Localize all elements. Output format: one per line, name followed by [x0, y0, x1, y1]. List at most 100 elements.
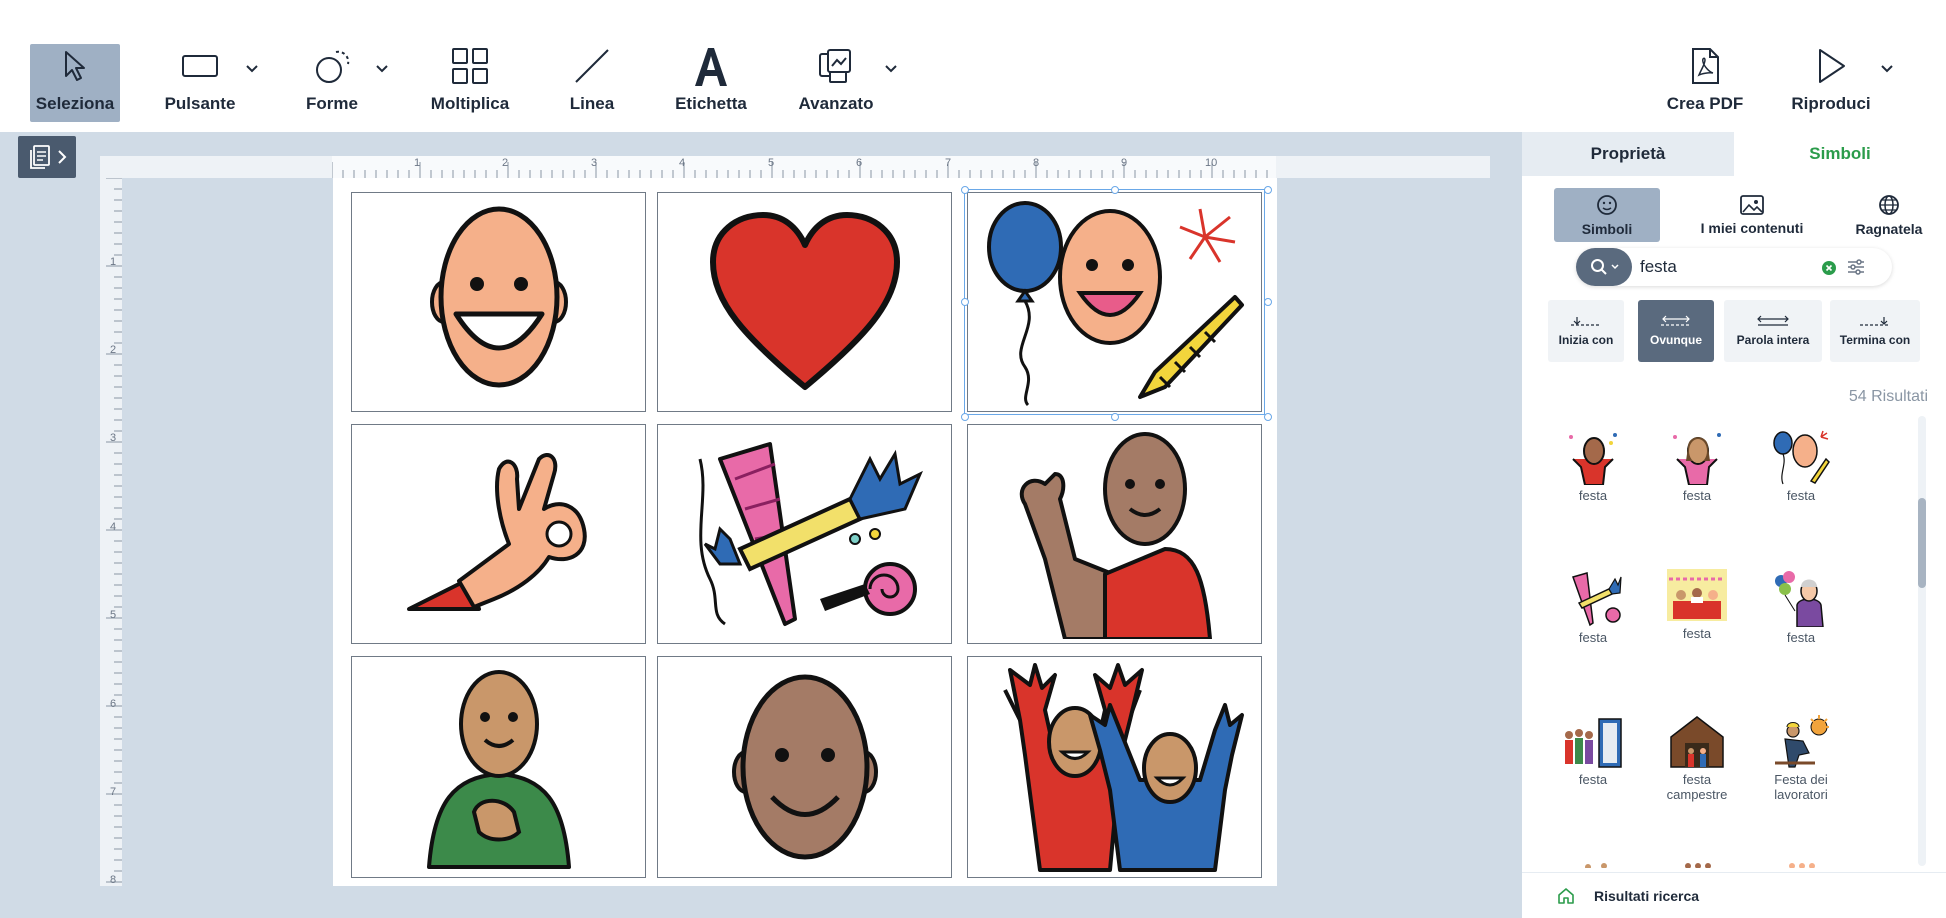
source-my-content-button[interactable]: I miei contenuti [1672, 188, 1832, 242]
result-item[interactable]: Festa dei lavoratori [1756, 710, 1846, 802]
line-tool-button[interactable]: Linea [552, 44, 632, 122]
ruler-number: 5 [110, 609, 117, 621]
source-symbols-button[interactable]: Simboli [1554, 188, 1660, 242]
resize-handle[interactable] [1264, 186, 1272, 194]
result-item[interactable]: festa [1756, 568, 1846, 645]
document-page[interactable] [333, 178, 1277, 886]
ruler-number: 1 [414, 157, 421, 169]
line-tool-label: Linea [569, 94, 615, 113]
search-input[interactable] [1640, 255, 1810, 279]
labor-day-thumbnail [1775, 715, 1829, 768]
filter-settings-icon[interactable] [1846, 258, 1866, 276]
ruler-number: 6 [856, 157, 863, 169]
ruler-number: 3 [110, 432, 117, 444]
advanced-icon [812, 44, 860, 88]
ruler-number: 6 [110, 698, 117, 710]
person-waving-symbol [1019, 432, 1212, 639]
match-ends-with-button[interactable]: Termina con [1830, 300, 1920, 362]
resize-handle[interactable] [1111, 186, 1119, 194]
result-item[interactable]: festa [1548, 710, 1638, 787]
tab-properties[interactable]: Proprietà [1522, 132, 1734, 176]
create-pdf-label: Crea PDF [1666, 94, 1744, 113]
source-web-button[interactable]: Ragnatela [1840, 188, 1938, 242]
advanced-tool-chevron-down-icon[interactable] [884, 64, 898, 74]
button-tool-chevron-down-icon[interactable] [245, 64, 259, 74]
match-whole-word-button[interactable]: Parola intera [1724, 300, 1822, 362]
party-grandma-thumbnail [1775, 571, 1824, 627]
create-pdf-button[interactable]: Crea PDF [1660, 44, 1750, 122]
symbol-cell-heart[interactable] [657, 192, 952, 412]
starts-with-icon [1571, 317, 1601, 326]
result-row-partial [1548, 856, 1848, 868]
resize-handle[interactable] [1264, 413, 1272, 421]
resize-handle[interactable] [1111, 413, 1119, 421]
symbol-cell-smiling-face[interactable] [351, 192, 646, 412]
side-panel: Proprietà Simboli Simboli I miei contenu… [1522, 132, 1946, 918]
symbol-search-box [1576, 248, 1892, 286]
party-boy-thumbnail [1569, 433, 1617, 485]
search-options-button[interactable] [1576, 248, 1632, 286]
result-label: Festa dei lavoratori [1774, 772, 1828, 802]
cursor-icon [51, 44, 99, 88]
symbol-cell-person-waving[interactable] [967, 424, 1262, 644]
label-tool-button[interactable]: Etichetta [666, 44, 756, 122]
select-tool-button[interactable]: Seleziona [30, 44, 120, 122]
symbol-cell-person-hand-on-chest[interactable] [351, 656, 646, 878]
button-tool-label: Pulsante [164, 94, 236, 113]
symbol-cell-party-poppers[interactable] [657, 424, 952, 644]
results-scrollbar[interactable] [1918, 416, 1926, 866]
button-tool-button[interactable]: Pulsante [160, 44, 240, 122]
pages-icon [30, 145, 50, 169]
result-label: festa campestre [1666, 772, 1728, 802]
source-web-label: Ragnatela [1855, 221, 1923, 237]
ruler-number: 3 [591, 157, 598, 169]
party-poppers-thumbnail [1572, 572, 1622, 627]
results-count: 54 Risultati [1848, 388, 1928, 405]
shapes-tool-button[interactable]: Forme [292, 44, 372, 122]
results-scrollbar-thumb[interactable] [1918, 498, 1926, 588]
clear-search-icon[interactable] [1822, 261, 1836, 275]
shapes-tool-chevron-down-icon[interactable] [375, 64, 389, 74]
ruler-number: 7 [110, 786, 117, 798]
resize-handle[interactable] [961, 186, 969, 194]
match-starts-with-button[interactable]: Inizia con [1548, 300, 1624, 362]
result-label: festa [1578, 772, 1608, 787]
ruler-number: 2 [110, 344, 117, 356]
symbol-cell-brown-face[interactable] [657, 656, 952, 878]
home-icon[interactable] [1556, 886, 1576, 906]
resize-handle[interactable] [961, 298, 969, 306]
result-item[interactable]: festa [1652, 564, 1742, 641]
panel-tabs: Proprietà Simboli [1522, 132, 1946, 176]
party-balloon-symbol [986, 201, 1244, 407]
play-chevron-down-icon[interactable] [1880, 64, 1894, 74]
resize-handle[interactable] [1264, 298, 1272, 306]
ends-with-icon [1860, 317, 1890, 326]
symbol-cell-people-cheering[interactable] [967, 656, 1262, 878]
tab-symbols[interactable]: Simboli [1734, 132, 1946, 176]
result-item[interactable]: festa [1548, 426, 1638, 503]
resize-handle[interactable] [961, 413, 969, 421]
result-item[interactable]: festa [1652, 426, 1742, 503]
symbol-cell-party-balloon[interactable] [964, 189, 1265, 415]
globe-icon [1879, 195, 1899, 215]
play-label: Riproduci [1791, 94, 1871, 113]
person-hand-on-chest-symbol [426, 670, 571, 869]
symbol-cell-ok-hand[interactable] [351, 424, 646, 644]
result-item[interactable]: festa [1756, 426, 1846, 503]
multiply-tool-button[interactable]: Moltiplica [420, 44, 520, 122]
chevron-right-icon [58, 150, 67, 164]
line-icon [568, 44, 616, 88]
pages-panel-toggle[interactable] [18, 136, 76, 178]
play-button[interactable]: Riproduci [1786, 44, 1876, 122]
partial-thumbnails [1585, 863, 1815, 868]
shapes-tool-label: Forme [306, 94, 358, 113]
breadcrumb-search-results[interactable]: Risultati ricerca [1594, 888, 1699, 904]
advanced-tool-button[interactable]: Avanzato [790, 44, 882, 122]
party-table-thumbnail [1667, 569, 1727, 621]
match-anywhere-button[interactable]: Ovunque [1638, 300, 1714, 362]
ruler-number: 1 [110, 256, 117, 268]
match-anywhere-label: Ovunque [1649, 333, 1702, 347]
result-item[interactable]: festa [1548, 568, 1638, 645]
rectangle-icon [176, 44, 224, 88]
result-item[interactable]: festa campestre [1652, 710, 1742, 802]
